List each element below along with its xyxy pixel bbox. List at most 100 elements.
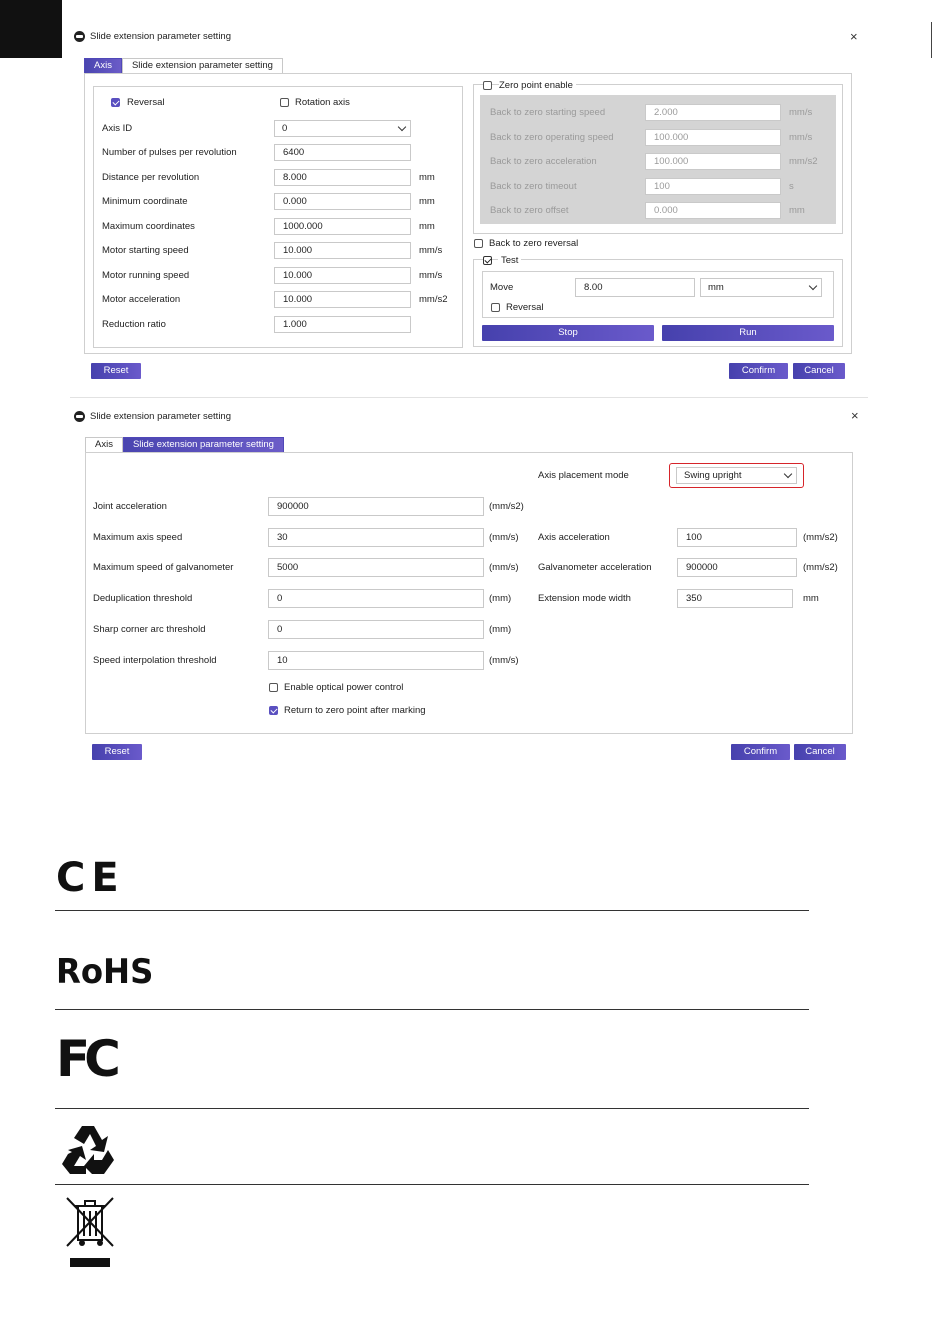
- chevron-down-icon: [808, 281, 818, 291]
- maximum-axis-speed-label: Maximum axis speed: [93, 532, 183, 543]
- back-to-zero-timeout-input[interactable]: 100: [645, 178, 781, 195]
- reset-button[interactable]: Reset: [92, 744, 142, 760]
- galvanometer-acceleration-input[interactable]: 900000: [677, 558, 797, 577]
- page-edge-mark: [931, 22, 932, 58]
- tab-slide-extension[interactable]: Slide extension parameter setting: [121, 58, 283, 73]
- test-label: Test: [498, 255, 522, 267]
- motor-acceleration-input[interactable]: 10.000: [274, 291, 411, 308]
- test-reversal-label: Reversal: [506, 302, 544, 313]
- tab-axis[interactable]: Axis: [84, 58, 122, 73]
- test-reversal-checkbox[interactable]: [491, 303, 500, 312]
- return-zero-label: Return to zero point after marking: [284, 705, 426, 716]
- back-to-zero-operating-speed-input[interactable]: 100.000: [645, 129, 781, 146]
- axis-acceleration-input[interactable]: 100: [677, 528, 797, 547]
- reduction-ratio-input[interactable]: 1.000: [274, 316, 411, 333]
- deduplication-threshold-input[interactable]: 0: [268, 589, 484, 608]
- deduplication-threshold-unit: (mm): [489, 593, 512, 604]
- back-to-zero-reversal-label: Back to zero reversal: [489, 238, 579, 249]
- back-to-zero-acceleration-unit: mm/s2: [789, 156, 818, 167]
- move-distance-input[interactable]: 8.00: [575, 278, 695, 297]
- separator-line: [55, 1108, 809, 1109]
- distance-per-revolution-label: Distance per revolution: [102, 172, 200, 183]
- axis-id-value: 0: [282, 123, 288, 134]
- extension-mode-width-input[interactable]: 350: [677, 589, 793, 608]
- move-unit-select[interactable]: mm: [700, 278, 822, 297]
- chevron-down-icon: [397, 122, 407, 132]
- maximum-axis-speed-unit: (mm/s): [489, 532, 519, 543]
- axis-acceleration-unit: (mm/s2): [803, 532, 838, 543]
- optical-power-control-checkbox[interactable]: [269, 683, 278, 692]
- motor-starting-speed-unit: mm/s: [419, 245, 443, 256]
- back-to-zero-offset-unit: mm: [789, 205, 805, 216]
- return-zero-checkbox[interactable]: [269, 706, 278, 715]
- back-to-zero-acceleration-label: Back to zero acceleration: [490, 156, 597, 167]
- test-checkbox[interactable]: [483, 256, 492, 265]
- maximum-galvanometer-speed-label: Maximum speed of galvanometer: [93, 562, 234, 573]
- back-to-zero-starting-speed-input[interactable]: 2.000: [645, 104, 781, 121]
- reset-button[interactable]: Reset: [91, 363, 141, 379]
- back-to-zero-acceleration-input[interactable]: 100.000: [645, 153, 781, 170]
- pulses-per-revolution-label: Number of pulses per revolution: [102, 147, 237, 158]
- tab-axis[interactable]: Axis: [85, 437, 123, 452]
- tab-slide-extension[interactable]: Slide extension parameter setting: [122, 437, 284, 452]
- page-corner-tab: [0, 0, 62, 58]
- dialog-axis: Slide extension parameter setting × Axis…: [74, 26, 864, 386]
- motor-starting-speed-label: Motor starting speed: [102, 245, 189, 256]
- motor-starting-speed-input[interactable]: 10.000: [274, 242, 411, 259]
- maximum-coordinates-input[interactable]: 1000.000: [274, 218, 411, 235]
- deduplication-threshold-label: Deduplication threshold: [93, 593, 193, 604]
- extension-mode-width-unit: mm: [803, 593, 819, 604]
- move-label: Move: [490, 282, 514, 293]
- fcc-mark: FC: [56, 1030, 121, 1088]
- axis-placement-mode-select[interactable]: Swing upright: [676, 467, 797, 484]
- pulses-per-revolution-input[interactable]: 6400: [274, 144, 411, 161]
- back-to-zero-offset-input[interactable]: 0.000: [645, 202, 781, 219]
- motor-running-speed-label: Motor running speed: [102, 270, 190, 281]
- recycle-icon: [62, 1126, 114, 1176]
- run-button[interactable]: Run: [662, 325, 834, 341]
- cancel-button[interactable]: Cancel: [793, 363, 845, 379]
- sharp-corner-arc-threshold-input[interactable]: 0: [268, 620, 484, 639]
- confirm-button[interactable]: Confirm: [729, 363, 788, 379]
- galvanometer-acceleration-unit: (mm/s2): [803, 562, 838, 573]
- close-icon[interactable]: ×: [851, 409, 859, 422]
- maximum-axis-speed-input[interactable]: 30: [268, 528, 484, 547]
- reversal-label: Reversal: [127, 97, 165, 108]
- speed-interpolation-threshold-unit: (mm/s): [489, 655, 519, 666]
- axis-placement-mode-value: Swing upright: [684, 470, 742, 481]
- reversal-checkbox[interactable]: [111, 98, 120, 107]
- ce-mark: CE: [56, 855, 125, 901]
- dialog-title: Slide extension parameter setting: [90, 30, 231, 42]
- stop-button[interactable]: Stop: [482, 325, 654, 341]
- speed-interpolation-threshold-input[interactable]: 10: [268, 651, 484, 670]
- distance-per-revolution-unit: mm: [419, 172, 435, 183]
- maximum-galvanometer-speed-input[interactable]: 5000: [268, 558, 484, 577]
- motor-running-speed-unit: mm/s: [419, 270, 443, 281]
- sharp-corner-arc-threshold-label: Sharp corner arc threshold: [93, 624, 206, 635]
- joint-acceleration-unit: (mm/s2): [489, 501, 524, 512]
- joint-acceleration-label: Joint acceleration: [93, 501, 167, 512]
- chevron-down-icon: [783, 469, 793, 479]
- axis-placement-mode-label: Axis placement mode: [538, 470, 629, 481]
- rohs-mark: RoHS: [56, 952, 154, 992]
- joint-acceleration-input[interactable]: 900000: [268, 497, 484, 516]
- reduction-ratio-label: Reduction ratio: [102, 319, 166, 330]
- separator-line: [55, 1184, 809, 1185]
- motor-running-speed-input[interactable]: 10.000: [274, 267, 411, 284]
- maximum-coordinates-unit: mm: [419, 221, 435, 232]
- close-icon[interactable]: ×: [850, 30, 858, 43]
- motor-acceleration-unit: mm/s2: [419, 294, 448, 305]
- back-to-zero-reversal-checkbox[interactable]: [474, 239, 483, 248]
- minimum-coordinate-input[interactable]: 0.000: [274, 193, 411, 210]
- zero-point-enable-checkbox[interactable]: [483, 81, 492, 90]
- galvanometer-acceleration-label: Galvanometer acceleration: [538, 562, 652, 573]
- rotation-axis-checkbox[interactable]: [280, 98, 289, 107]
- maximum-galvanometer-speed-unit: (mm/s): [489, 562, 519, 573]
- cancel-button[interactable]: Cancel: [794, 744, 846, 760]
- confirm-button[interactable]: Confirm: [731, 744, 790, 760]
- optical-power-control-label: Enable optical power control: [284, 682, 404, 693]
- separator-line: [55, 1009, 809, 1010]
- axis-id-select[interactable]: 0: [274, 120, 411, 137]
- distance-per-revolution-input[interactable]: 8.000: [274, 169, 411, 186]
- motor-acceleration-label: Motor acceleration: [102, 294, 181, 305]
